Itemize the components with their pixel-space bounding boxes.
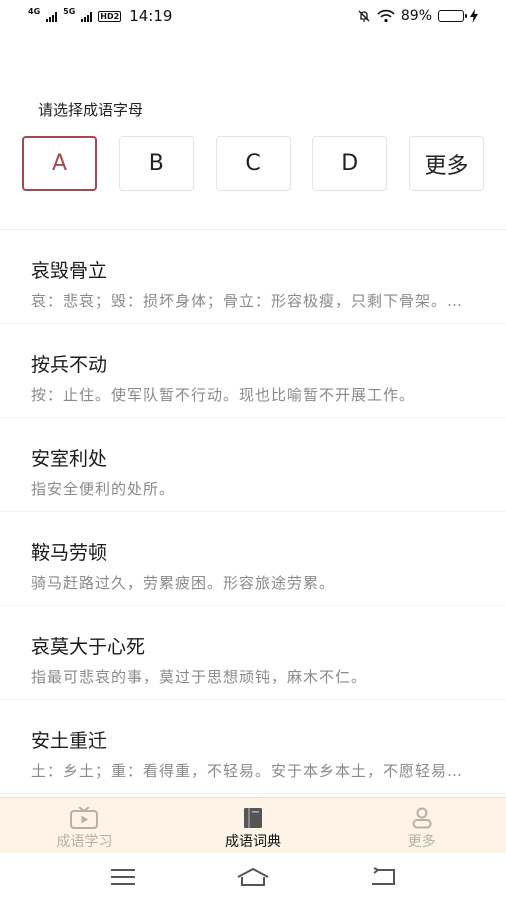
tab-more[interactable]: 更多: [337, 798, 506, 853]
list-item[interactable]: 安室利处 指安全便利的处所。: [0, 418, 506, 512]
charging-icon: [470, 9, 478, 23]
idiom-title: 安土重迁: [31, 730, 108, 752]
mute-icon: [358, 10, 370, 22]
list-item[interactable]: 哀毁骨立 哀：悲哀；毁：损坏身体；骨立：形容极瘦，只剩下骨架。旧时形容在父母丧中…: [0, 230, 506, 324]
tv-icon: [70, 807, 99, 829]
idiom-description: 哀：悲哀；毁：损坏身体；骨立：形容极瘦，只剩下骨架。旧时形容在父母丧中因过度悲伤…: [31, 292, 477, 310]
network-4g-label: 4G: [28, 7, 41, 16]
idiom-description: 指最可悲哀的事，莫过于思想顽钝，麻木不仁。: [31, 668, 368, 686]
status-left: 4G 5G HD2 14:19: [28, 7, 172, 25]
clock: 14:19: [129, 7, 173, 25]
hd-icon: HD2: [98, 10, 122, 22]
book-icon: [244, 808, 262, 828]
list-item[interactable]: 哀莫大于心死 指最可悲哀的事，莫过于思想顽钝，麻木不仁。: [0, 606, 506, 700]
tab-label: 更多: [407, 834, 436, 850]
idiom-title: 安室利处: [31, 448, 108, 470]
battery-percent: 89%: [400, 8, 432, 24]
list-item[interactable]: 鞍马劳顿 骑马赶路过久，劳累疲困。形容旅途劳累。: [0, 512, 506, 606]
tab-label: 成语学习: [56, 834, 113, 850]
letter-button-a[interactable]: A: [22, 136, 97, 191]
idiom-description: 按：止住。使军队暂不行动。现也比喻暂不开展工作。: [31, 386, 416, 404]
wifi-icon: [377, 9, 395, 23]
person-icon: [412, 807, 432, 829]
system-nav-bar: [0, 853, 506, 900]
signal-icon-2: [81, 10, 93, 22]
tab-idiom-dictionary[interactable]: 成语词典: [169, 798, 338, 853]
idiom-title: 鞍马劳顿: [31, 542, 108, 564]
list-item[interactable]: 安土重迁 土：乡土；重：看得重，不轻易。安于本乡本土，不愿轻易迁移。: [0, 700, 506, 794]
network-5g-label: 5G: [63, 7, 76, 16]
home-icon[interactable]: [236, 867, 270, 887]
letter-button-more[interactable]: 更多: [409, 136, 484, 191]
status-bar: 4G 5G HD2 14:19 89%: [0, 0, 506, 32]
idiom-list: 哀毁骨立 哀：悲哀；毁：损坏身体；骨立：形容极瘦，只剩下骨架。旧时形容在父母丧中…: [0, 230, 506, 794]
battery-icon: [438, 10, 467, 22]
idiom-title: 按兵不动: [31, 354, 108, 376]
idiom-description: 骑马赶路过久，劳累疲困。形容旅途劳累。: [31, 574, 336, 592]
signal-icon: [46, 10, 58, 22]
idiom-description: 土：乡土；重：看得重，不轻易。安于本乡本土，不愿轻易迁移。: [31, 762, 477, 780]
idiom-description: 指安全便利的处所。: [31, 480, 176, 498]
letter-prompt: 请选择成语字母: [38, 101, 144, 119]
letter-selector: A B C D 更多: [22, 136, 484, 191]
letter-button-c[interactable]: C: [215, 136, 291, 191]
idiom-title: 哀莫大于心死: [31, 636, 146, 658]
letter-button-d[interactable]: D: [312, 136, 388, 191]
tab-idiom-study[interactable]: 成语学习: [0, 798, 169, 853]
letter-button-b[interactable]: B: [118, 136, 194, 191]
list-item[interactable]: 按兵不动 按：止住。使军队暂不行动。现也比喻暂不开展工作。: [0, 324, 506, 418]
idiom-title: 哀毁骨立: [31, 260, 108, 282]
menu-icon[interactable]: [110, 868, 136, 886]
tab-label: 成语词典: [225, 834, 281, 850]
status-right: 89%: [357, 8, 478, 24]
back-icon[interactable]: [370, 866, 396, 887]
bottom-tab-bar: 成语学习 成语词典 更多: [0, 797, 506, 853]
